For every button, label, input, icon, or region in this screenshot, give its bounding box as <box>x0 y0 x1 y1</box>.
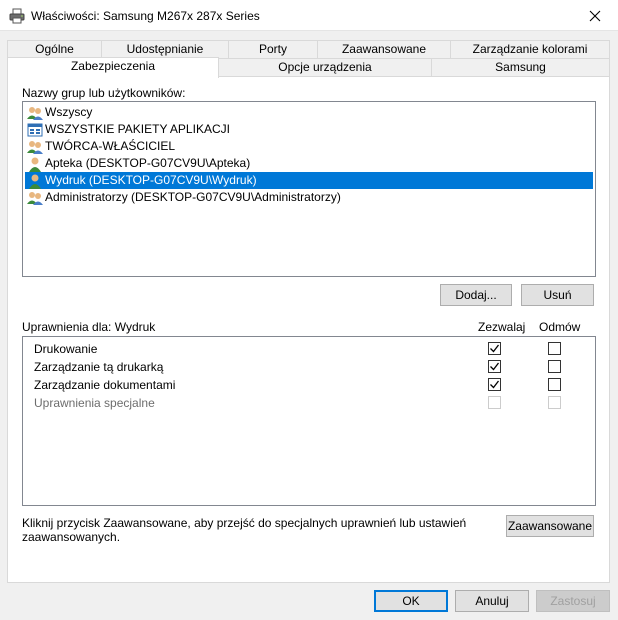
user-icon <box>29 157 41 172</box>
close-button[interactable] <box>572 0 618 31</box>
permission-name: Zarządzanie tą drukarką <box>34 360 164 374</box>
list-item[interactable]: Apteka (DESKTOP-G07CV9U\Apteka) <box>27 155 252 172</box>
permission-name: Uprawnienia specjalne <box>34 396 155 410</box>
allow-checkbox-disabled <box>488 396 501 409</box>
users-group-icon <box>27 191 43 205</box>
allow-header: Zezwalaj <box>478 320 526 334</box>
users-group-icon <box>27 106 43 120</box>
users-group-icon <box>27 140 43 154</box>
deny-checkbox[interactable] <box>548 378 561 391</box>
printer-icon <box>9 8 25 24</box>
tab-samsung[interactable]: Samsung <box>431 58 610 77</box>
list-item[interactable]: WSZYSTKIE PAKIETY APLIKACJI <box>27 121 232 138</box>
allow-checkbox[interactable] <box>488 342 501 355</box>
apply-button: Zastosuj <box>536 590 610 612</box>
tab-security[interactable]: Zabezpieczenia <box>7 57 219 78</box>
app-packages-icon <box>27 123 43 136</box>
cancel-button[interactable]: Anuluj <box>455 590 529 612</box>
allow-checkbox[interactable] <box>488 360 501 373</box>
permission-name: Drukowanie <box>34 342 98 356</box>
tab-device-options[interactable]: Opcje urządzenia <box>218 58 432 77</box>
add-button[interactable]: Dodaj... <box>440 284 512 306</box>
check-icon <box>490 380 500 389</box>
list-item[interactable]: TWÓRCA-WŁAŚCICIEL <box>27 138 177 155</box>
group-name: Wydruk (DESKTOP-G07CV9U\Wydruk) <box>45 173 257 187</box>
tab-ports[interactable]: Porty <box>228 40 318 59</box>
deny-checkbox-disabled <box>548 396 561 409</box>
tab-advanced[interactable]: Zaawansowane <box>317 40 451 59</box>
groups-label: Nazwy grup lub użytkowników: <box>22 86 186 100</box>
group-name: WSZYSTKIE PAKIETY APLIKACJI <box>45 122 230 136</box>
title-bar: Właściwości: Samsung M267x 287x Series <box>0 0 618 31</box>
advanced-hint-line1: Kliknij przycisk Zaawansowane, aby przej… <box>22 516 467 530</box>
list-item-selected[interactable]: Wydruk (DESKTOP-G07CV9U\Wydruk) <box>25 172 593 189</box>
group-name: Apteka (DESKTOP-G07CV9U\Apteka) <box>45 156 251 170</box>
list-item[interactable]: Wszyscy <box>27 104 94 121</box>
permission-name: Zarządzanie dokumentami <box>34 378 176 392</box>
tab-color-management[interactable]: Zarządzanie kolorami <box>450 40 610 59</box>
advanced-button[interactable]: Zaawansowane <box>506 515 594 537</box>
list-item[interactable]: Administratorzy (DESKTOP-G07CV9U\Adminis… <box>27 189 343 206</box>
user-icon <box>29 174 41 189</box>
close-icon <box>589 10 601 21</box>
check-icon <box>490 362 500 371</box>
remove-button[interactable]: Usuń <box>521 284 594 306</box>
deny-checkbox[interactable] <box>548 342 561 355</box>
allow-checkbox[interactable] <box>488 378 501 391</box>
window-title: Właściwości: Samsung M267x 287x Series <box>31 9 260 23</box>
deny-header: Odmów <box>539 320 581 334</box>
group-name: TWÓRCA-WŁAŚCICIEL <box>45 139 176 153</box>
check-icon <box>490 344 500 353</box>
permissions-label: Uprawnienia dla: Wydruk <box>22 320 156 334</box>
group-name: Administratorzy (DESKTOP-G07CV9U\Adminis… <box>45 190 341 204</box>
permissions-list: Drukowanie Zarządzanie tą drukarką Zarzą… <box>22 336 596 506</box>
groups-listbox[interactable]: Wszyscy WSZYSTKIE PAKIETY APLIKACJI TWÓR… <box>22 101 596 277</box>
ok-button[interactable]: OK <box>374 590 448 612</box>
advanced-hint-line2: zaawansowanych. <box>22 530 121 544</box>
deny-checkbox[interactable] <box>548 360 561 373</box>
group-name: Wszyscy <box>45 105 93 119</box>
